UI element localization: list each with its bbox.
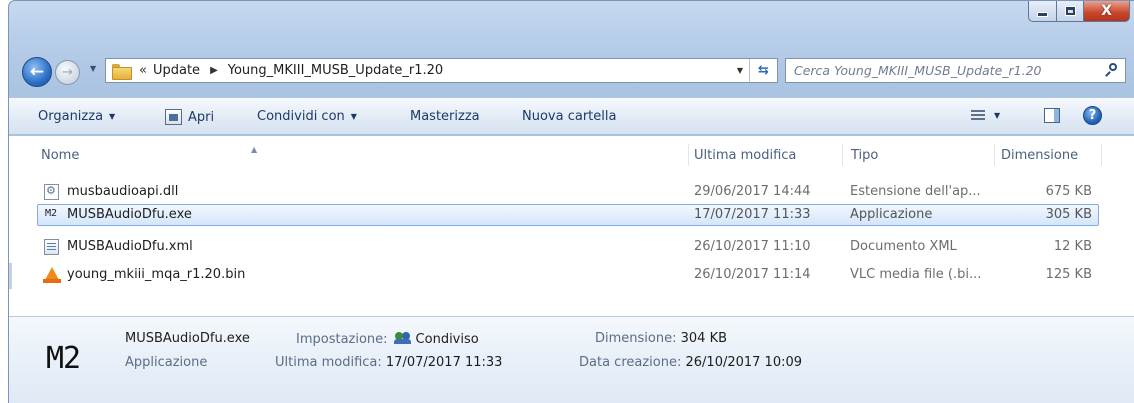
breadcrumb-separator-icon[interactable]: ▶ bbox=[210, 65, 218, 76]
maximize-button[interactable] bbox=[1056, 1, 1083, 22]
file-row[interactable]: musbaudioapi.dll 29/06/2017 14:44 Estens… bbox=[37, 181, 1099, 203]
sort-ascending-icon: ▲ bbox=[251, 145, 258, 154]
command-bar: Organizza ▼ Apri Condividi con ▼ Masterizz… bbox=[9, 97, 1134, 135]
open-app-icon bbox=[165, 109, 182, 125]
help-icon[interactable]: ? bbox=[1083, 106, 1102, 125]
search-input[interactable]: Cerca Young_MKIII_MUSB_Update_r1.20 bbox=[785, 58, 1126, 83]
column-size-label: Dimensione bbox=[1001, 147, 1079, 163]
minimize-button[interactable] bbox=[1028, 1, 1056, 22]
details-filename: MUSBAudioDfu.exe bbox=[125, 331, 250, 346]
file-size: 125 KB bbox=[1045, 267, 1092, 282]
modified-label: Ultima modifica: bbox=[275, 355, 382, 370]
new-folder-label: Nuova cartella bbox=[522, 109, 617, 124]
file-row-selected[interactable]: M2 MUSBAudioDfu.exe 17/07/2017 11:33 App… bbox=[37, 204, 1099, 226]
file-type: Applicazione bbox=[850, 207, 933, 222]
sharing-label: Impostazione: bbox=[296, 332, 388, 347]
open-button[interactable]: Apri bbox=[165, 109, 214, 125]
details-created: Data creazione: 26/10/2017 10:09 bbox=[579, 355, 802, 370]
file-type: Estensione dell'ap... bbox=[850, 184, 981, 199]
forward-button[interactable]: → bbox=[55, 60, 80, 85]
created-label: Data creazione: bbox=[579, 355, 682, 370]
exe-file-icon: M2 bbox=[46, 341, 81, 376]
column-divider[interactable] bbox=[688, 144, 689, 166]
size-value: 304 KB bbox=[680, 331, 728, 346]
back-button[interactable]: ← bbox=[22, 57, 52, 87]
organize-label: Organizza bbox=[38, 109, 104, 124]
share-button[interactable]: Condividi con ▼ bbox=[257, 109, 357, 124]
folder-icon bbox=[112, 63, 132, 80]
window-controls: X bbox=[1028, 1, 1130, 22]
file-modified: 26/10/2017 11:14 bbox=[694, 267, 811, 282]
preview-pane-icon[interactable] bbox=[1044, 108, 1060, 123]
burn-label: Masterizza bbox=[410, 109, 480, 124]
refresh-icon: ⇆ bbox=[758, 63, 769, 78]
refresh-button[interactable]: ⇆ bbox=[749, 59, 777, 82]
file-name: MUSBAudioDfu.xml bbox=[67, 239, 193, 254]
column-name-label: Nome bbox=[41, 147, 80, 163]
file-size: 12 KB bbox=[1053, 239, 1092, 254]
dll-file-icon bbox=[44, 184, 59, 200]
file-type: VLC media file (.bi... bbox=[850, 267, 982, 282]
burn-button[interactable]: Masterizza bbox=[410, 109, 480, 124]
share-label: Condividi con bbox=[257, 109, 345, 124]
organize-button[interactable]: Organizza ▼ bbox=[38, 109, 115, 124]
file-row[interactable]: MUSBAudioDfu.xml 26/10/2017 11:10 Docume… bbox=[37, 236, 1099, 258]
chevron-down-icon: ▼ bbox=[109, 112, 116, 121]
file-size: 675 KB bbox=[1045, 184, 1092, 199]
close-icon: X bbox=[1101, 3, 1112, 19]
sharing-value: Condiviso bbox=[415, 332, 479, 347]
details-size: Dimensione: 304 KB bbox=[595, 331, 727, 346]
file-modified: 17/07/2017 11:33 bbox=[694, 207, 811, 222]
file-type: Documento XML bbox=[850, 239, 957, 254]
chevron-down-icon: ▼ bbox=[350, 112, 357, 121]
maximize-icon bbox=[1064, 6, 1076, 16]
arrow-left-icon: ← bbox=[29, 62, 45, 82]
shared-users-icon bbox=[393, 331, 412, 345]
details-filetype: Applicazione bbox=[125, 355, 208, 370]
address-dropdown-icon[interactable]: ▼ bbox=[737, 66, 743, 75]
column-header-type[interactable]: Tipo bbox=[851, 142, 991, 168]
xml-file-icon bbox=[44, 239, 59, 255]
search-icon[interactable] bbox=[1106, 63, 1119, 76]
file-modified: 26/10/2017 11:10 bbox=[694, 239, 811, 254]
breadcrumb-update[interactable]: Update bbox=[153, 63, 200, 78]
vlc-cone-icon bbox=[43, 267, 61, 283]
scroll-indicator[interactable] bbox=[9, 263, 12, 289]
file-name: musbaudioapi.dll bbox=[67, 184, 179, 199]
file-name: young_mkiii_mqa_r1.20.bin bbox=[67, 267, 246, 282]
column-header-name[interactable]: Nome ▲ bbox=[41, 142, 691, 168]
arrow-right-icon: → bbox=[62, 65, 73, 80]
minimize-icon bbox=[1037, 12, 1048, 17]
breadcrumb-current-folder[interactable]: Young_MKIII_MUSB_Update_r1.20 bbox=[228, 63, 443, 78]
column-type-label: Tipo bbox=[851, 147, 879, 163]
column-divider[interactable] bbox=[994, 144, 995, 166]
chevron-down-icon[interactable]: ▼ bbox=[994, 111, 1000, 120]
created-value: 26/10/2017 10:09 bbox=[685, 355, 803, 370]
details-modified: Ultima modifica: 17/07/2017 11:33 bbox=[275, 355, 502, 370]
column-divider[interactable] bbox=[1101, 144, 1102, 166]
size-label: Dimensione: bbox=[595, 331, 677, 346]
file-name: MUSBAudioDfu.exe bbox=[67, 207, 192, 222]
file-size: 305 KB bbox=[1045, 207, 1092, 222]
file-row[interactable]: young_mkiii_mqa_r1.20.bin 26/10/2017 11:… bbox=[37, 264, 1099, 286]
column-divider[interactable] bbox=[842, 144, 843, 166]
exe-file-icon: M2 bbox=[45, 208, 58, 219]
column-modified-label: Ultima modifica bbox=[694, 147, 797, 163]
modified-value: 17/07/2017 11:33 bbox=[385, 355, 503, 370]
column-header-size[interactable]: Dimensione bbox=[1001, 142, 1101, 168]
breadcrumb-overflow[interactable]: « bbox=[139, 63, 147, 78]
new-folder-button[interactable]: Nuova cartella bbox=[522, 109, 616, 124]
view-options-icon[interactable] bbox=[971, 110, 985, 122]
file-list: Nome ▲ Ultima modifica Tipo Dimensione m… bbox=[9, 136, 1134, 316]
address-bar[interactable]: « Update ▶ Young_MKIII_MUSB_Update_r1.20… bbox=[105, 58, 778, 83]
details-sharing: Impostazione: Condiviso bbox=[296, 331, 479, 347]
column-header-modified[interactable]: Ultima modifica bbox=[694, 142, 844, 168]
open-label: Apri bbox=[188, 109, 215, 125]
close-button[interactable]: X bbox=[1083, 1, 1130, 22]
search-placeholder: Cerca Young_MKIII_MUSB_Update_r1.20 bbox=[794, 63, 1042, 78]
recent-pages-dropdown[interactable]: ▼ bbox=[90, 64, 96, 73]
file-modified: 29/06/2017 14:44 bbox=[694, 184, 811, 199]
chevron-down-icon: ▼ bbox=[90, 64, 97, 73]
details-pane: M2 MUSBAudioDfu.exe Applicazione Imposta… bbox=[9, 316, 1134, 403]
